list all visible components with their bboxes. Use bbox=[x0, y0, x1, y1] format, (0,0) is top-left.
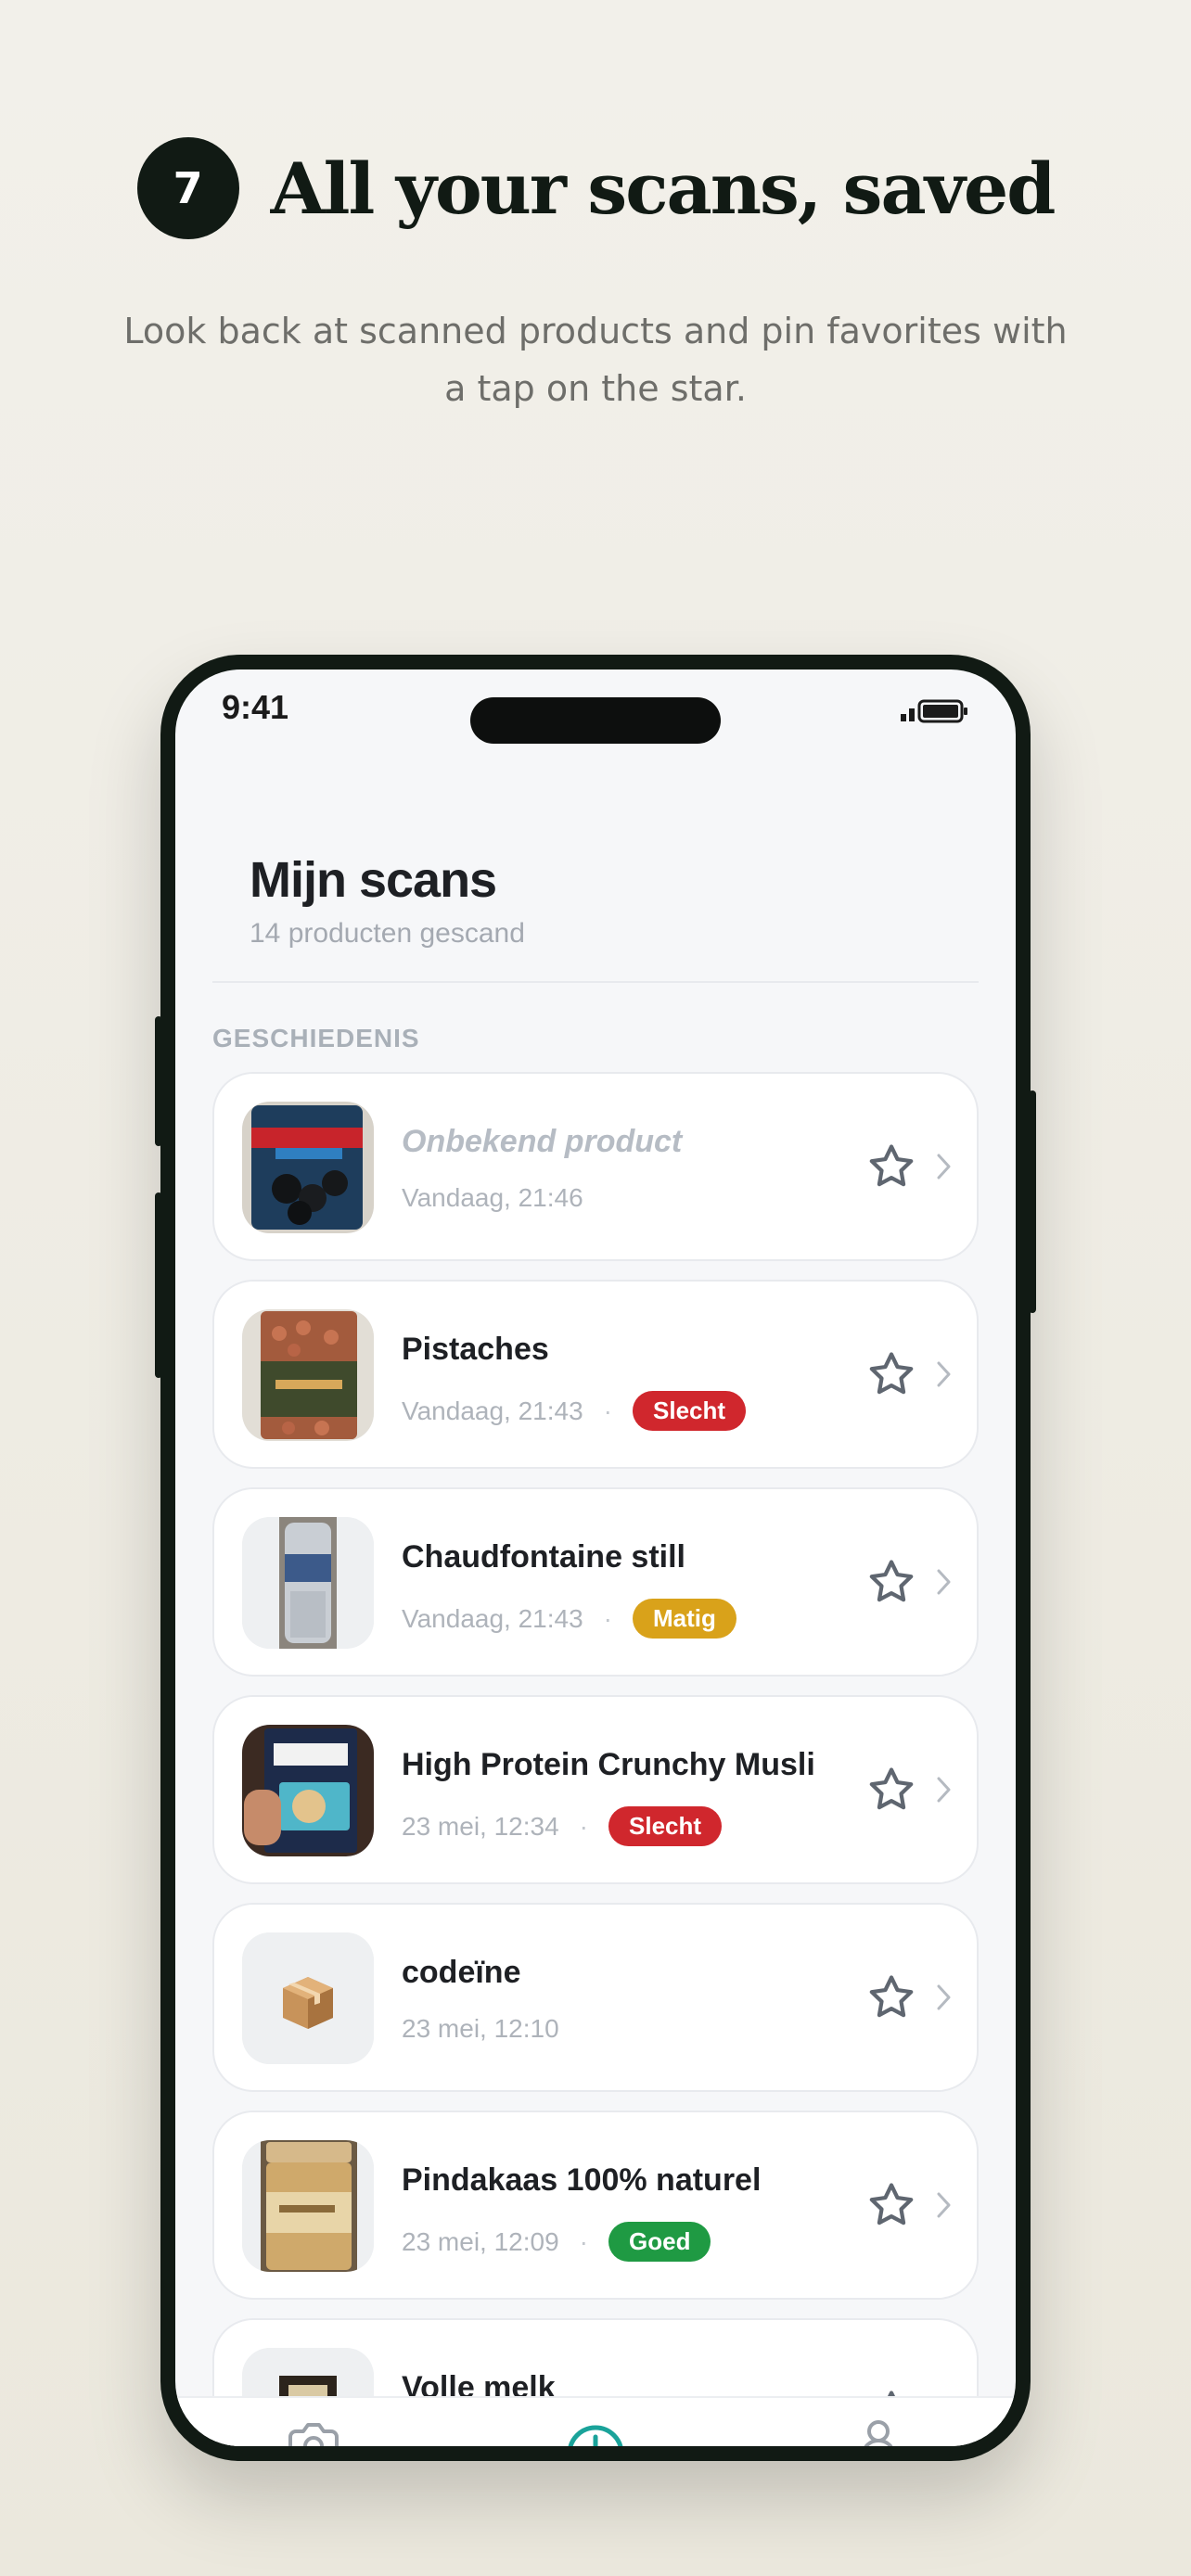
scan-time: 23 mei, 12:09 bbox=[402, 2226, 559, 2256]
product-name: Pindakaas 100% naturel bbox=[402, 2162, 762, 2198]
separator-dot: · bbox=[603, 1396, 612, 1425]
scan-count: 14 producten gescand bbox=[250, 918, 525, 949]
product-name: codeïne bbox=[402, 1955, 521, 1990]
camera-icon bbox=[288, 2423, 339, 2446]
chevron-right-icon bbox=[937, 1984, 951, 2010]
battery-icon bbox=[901, 699, 967, 723]
product-thumbnail bbox=[242, 1517, 374, 1649]
separator-dot: · bbox=[579, 1811, 588, 1841]
tab-bar bbox=[175, 2396, 1016, 2446]
star-icon[interactable] bbox=[865, 1971, 917, 2023]
product-thumbnail bbox=[242, 1725, 374, 1856]
rating-badge: Slecht bbox=[608, 1806, 723, 1846]
step-badge: 7 bbox=[136, 137, 239, 239]
chevron-right-icon bbox=[937, 1154, 951, 1180]
tab-history[interactable] bbox=[565, 2417, 626, 2446]
product-name: Chaudfontaine still bbox=[402, 1539, 685, 1575]
star-icon[interactable] bbox=[865, 1556, 917, 1608]
product-name: Onbekend product bbox=[402, 1124, 683, 1159]
chevron-right-icon bbox=[937, 2192, 951, 2218]
scan-time: Vandaag, 21:43 bbox=[402, 1603, 583, 1633]
rating-badge: Goed bbox=[608, 2222, 711, 2262]
scan-card[interactable]: Onbekend product Vandaag, 21:46 bbox=[212, 1072, 979, 1261]
status-icons bbox=[901, 695, 971, 733]
scan-meta: Vandaag, 21:46 bbox=[402, 1183, 583, 1213]
section-label: GESCHIEDENIS bbox=[212, 1024, 420, 1052]
tab-profile[interactable] bbox=[860, 2417, 897, 2446]
rating-badge: Matig bbox=[633, 1599, 736, 1639]
scan-card[interactable]: Pistaches Vandaag, 21:43 · Slecht bbox=[212, 1280, 979, 1469]
chevron-right-icon bbox=[937, 1777, 951, 1803]
hero-subtitle: Look back at scanned products and pin fa… bbox=[123, 311, 1068, 409]
volume-up-button bbox=[155, 1016, 162, 1146]
star-icon[interactable] bbox=[865, 1141, 917, 1192]
tab-scan[interactable] bbox=[285, 2417, 342, 2446]
pistachio-bag-image bbox=[242, 1309, 374, 1441]
phone-screen: 9:41 Mijn scans 14 producten gescand GES… bbox=[175, 670, 1016, 2446]
volume-down-button bbox=[155, 1192, 162, 1378]
divider bbox=[212, 981, 979, 983]
scan-meta: 23 mei, 12:09 · Goed bbox=[402, 2222, 711, 2262]
product-thumbnail bbox=[242, 2140, 374, 2272]
scan-card[interactable]: High Protein Crunchy Musli 23 mei, 12:34… bbox=[212, 1695, 979, 1884]
product-thumbnail bbox=[242, 1309, 374, 1441]
product-thumbnail bbox=[242, 1102, 374, 1233]
power-button bbox=[1029, 1090, 1036, 1313]
scan-card[interactable]: codeïne 23 mei, 12:10 bbox=[212, 1903, 979, 2092]
product-thumbnail bbox=[242, 1932, 374, 2064]
profile-icon bbox=[864, 2420, 893, 2446]
chevron-right-icon bbox=[937, 1569, 951, 1595]
scan-meta: Vandaag, 21:43 · Matig bbox=[402, 1599, 736, 1639]
chevron-right-icon bbox=[937, 1361, 951, 1387]
dynamic-island bbox=[470, 697, 721, 744]
scan-card[interactable]: Chaudfontaine still Vandaag, 21:43 · Mat… bbox=[212, 1487, 979, 1677]
scan-time: 23 mei, 12:34 bbox=[402, 1811, 559, 1841]
separator-dot: · bbox=[603, 1603, 612, 1633]
scan-meta: 23 mei, 12:34 · Slecht bbox=[402, 1806, 723, 1846]
star-icon[interactable] bbox=[865, 1348, 917, 1400]
scan-meta: Vandaag, 21:43 · Slecht bbox=[402, 1391, 747, 1431]
scan-time: 23 mei, 12:10 bbox=[402, 2014, 559, 2043]
scan-time: Vandaag, 21:43 bbox=[402, 1396, 583, 1425]
phone-frame: 9:41 Mijn scans 14 producten gescand GES… bbox=[155, 655, 1036, 2461]
hero-title: 7 All your scans, saved bbox=[0, 137, 1191, 239]
peanut-jar-image bbox=[242, 2140, 374, 2272]
status-time: 9:41 bbox=[222, 688, 289, 726]
venco-bag-image bbox=[242, 1102, 374, 1233]
rating-badge: Slecht bbox=[633, 1391, 747, 1431]
product-name: High Protein Crunchy Musli bbox=[402, 1747, 815, 1782]
product-name: Pistaches bbox=[402, 1332, 549, 1367]
star-icon[interactable] bbox=[865, 1764, 917, 1816]
hero-heading: All your scans, saved bbox=[270, 147, 1057, 230]
water-bottle-image bbox=[242, 1517, 374, 1649]
history-icon bbox=[568, 2425, 623, 2446]
screen-title: Mijn scans bbox=[250, 852, 497, 908]
scan-time: Vandaag, 21:46 bbox=[402, 1183, 583, 1212]
package-icon bbox=[242, 1932, 374, 2064]
scan-card[interactable]: Pindakaas 100% naturel 23 mei, 12:09 · G… bbox=[212, 2111, 979, 2300]
star-icon[interactable] bbox=[865, 2179, 917, 2231]
separator-dot: · bbox=[579, 2226, 588, 2256]
musli-box-image bbox=[242, 1725, 374, 1856]
scan-meta: 23 mei, 12:10 bbox=[402, 2014, 559, 2044]
